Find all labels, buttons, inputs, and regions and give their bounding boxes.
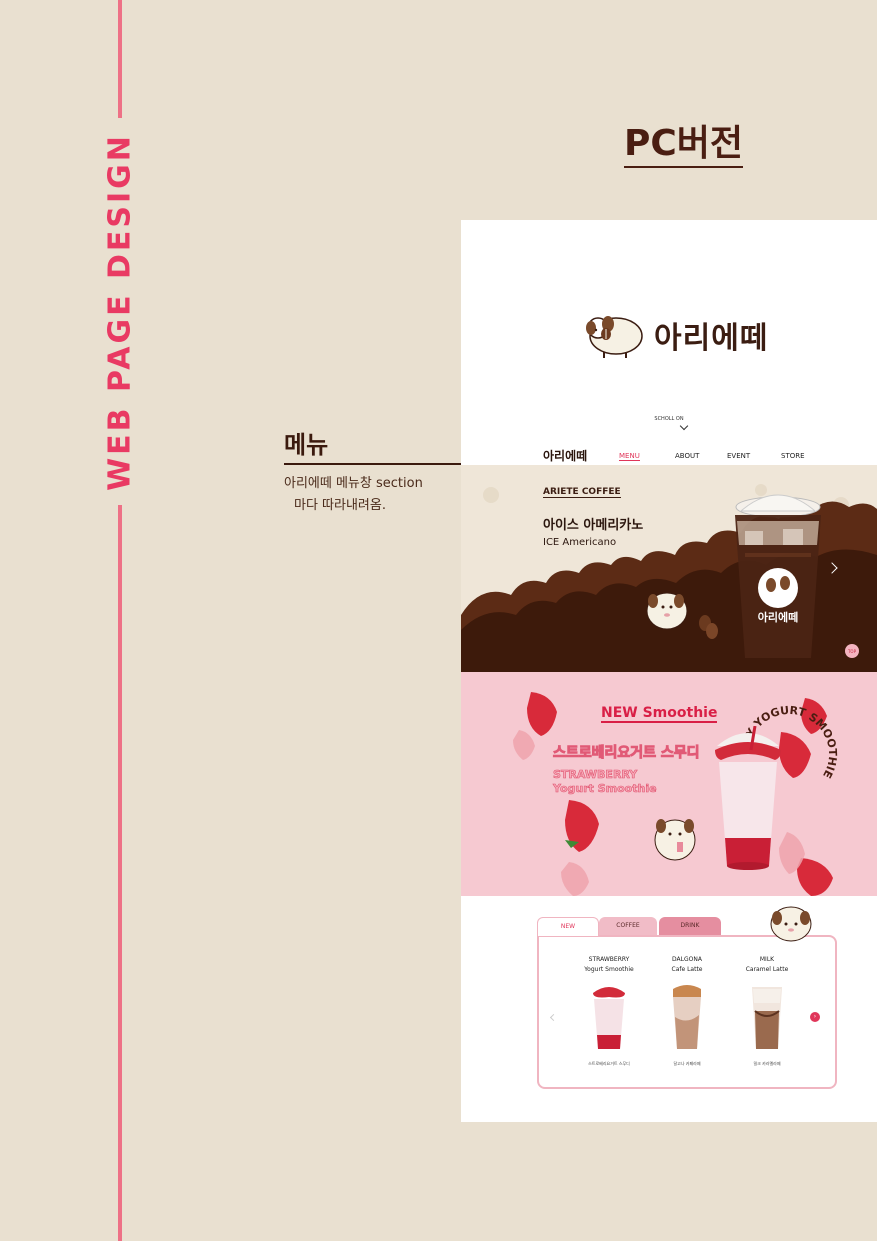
- decorative-line-bottom: [118, 505, 122, 1241]
- tab-new[interactable]: NEW: [537, 917, 599, 936]
- sheep-peek-icon: [770, 906, 812, 942]
- site-logo[interactable]: 아리에떼: [576, 310, 768, 360]
- cup-logo-text: 아리에떼: [758, 610, 798, 624]
- hero-coffee-banner: ARIETE COFFEE 아이스 아메리카노 ICE Americano 아리…: [461, 465, 877, 672]
- chevron-right-icon[interactable]: ›: [810, 1012, 820, 1022]
- smoothie-banner: NEW Smoothie 스트로베리요거트 스무디 STRAWBERRY Yog…: [461, 672, 877, 896]
- hero-title: 아이스 아메리카노: [543, 518, 644, 533]
- sheep-mascot-smoothie-image: [654, 819, 696, 861]
- caramel-latte-thumbnail: [752, 987, 782, 1049]
- nav-item-about[interactable]: ABOUT: [675, 452, 699, 460]
- product-korean: 밀크 카라멜라떼: [753, 1061, 781, 1066]
- menu-tabs-section: COFFEE DRINK STRAWBERRY Yogurt Smoothie …: [461, 896, 877, 1122]
- product-line-2: Cafe Latte: [671, 966, 703, 973]
- vertical-title: WEB PAGE DESIGN: [102, 133, 138, 491]
- product-card[interactable]: MILK Caramel Latte 밀크 카라멜라떼: [727, 955, 807, 1067]
- strawberry-smoothie-thumbnail: [593, 987, 625, 1049]
- main-nav: 아리에떼 MENU ABOUT EVENT STORE: [461, 446, 877, 466]
- coffee-bean-icon: [699, 615, 718, 639]
- section-description: 아리에떼 메뉴창 section 마다 따라내려옴.: [284, 473, 423, 517]
- nav-logo[interactable]: 아리에떼: [543, 447, 587, 464]
- product-korean: 스트로베리요거트 스무디: [588, 1061, 630, 1066]
- decorative-line-top: [118, 0, 122, 118]
- iced-americano-cup-image: 아리에떼: [735, 494, 821, 658]
- chevron-left-icon[interactable]: [549, 1013, 558, 1022]
- product-line-2: Yogurt Smoothie: [584, 966, 634, 973]
- tab-drink[interactable]: DRINK: [659, 917, 721, 935]
- description-line-2: 마다 따라내려옴.: [294, 498, 386, 513]
- scroll-hint[interactable]: SCHOLL ON: [461, 416, 877, 422]
- nav-item-store[interactable]: STORE: [781, 452, 805, 460]
- smoothie-english-line-1: STRAWBERRY: [553, 768, 638, 782]
- website-mockup: 아리에떼 SCHOLL ON 아리에떼 MENU ABOUT EVENT STO…: [461, 220, 877, 1122]
- section-rule: [284, 463, 461, 465]
- tab-coffee[interactable]: COFFEE: [599, 917, 657, 935]
- sheep-logo-icon: [586, 316, 643, 358]
- product-line-2: Caramel Latte: [745, 966, 789, 973]
- hero-english: ICE Americano: [543, 537, 617, 548]
- product-korean: 달고나 카페라떼: [673, 1061, 701, 1066]
- description-line-1: 아리에떼 메뉴창 section: [284, 476, 423, 491]
- new-smoothie-badge: NEW Smoothie: [601, 705, 718, 723]
- chevron-down-icon[interactable]: [679, 421, 689, 431]
- nav-item-event[interactable]: EVENT: [727, 452, 750, 460]
- top-button[interactable]: TOP: [845, 644, 859, 658]
- dalgona-latte-thumbnail: [673, 985, 701, 1049]
- product-card[interactable]: STRAWBERRY Yogurt Smoothie 스트로베리요거트 스무디: [569, 955, 649, 1067]
- strawberry-smoothie-cup-image: [715, 726, 781, 870]
- product-card[interactable]: DALGONA Cafe Latte 달고나 카페라떼: [647, 955, 727, 1067]
- smoothie-korean-title: 스트로베리요거트 스무디: [553, 745, 701, 762]
- menu-panel: STRAWBERRY Yogurt Smoothie 스트로베리요거트 스무디 …: [537, 935, 837, 1089]
- product-line-1: MILK: [759, 956, 775, 963]
- section-label: 메뉴: [284, 431, 329, 459]
- logo-text: 아리에떼: [654, 321, 769, 356]
- product-line-1: DALGONA: [672, 956, 702, 963]
- nav-item-menu[interactable]: MENU: [619, 452, 640, 461]
- pc-version-title: PC버전: [624, 124, 744, 168]
- hero-subtitle: ARIETE COFFEE: [543, 487, 621, 498]
- product-line-1: STRAWBERRY: [588, 956, 630, 963]
- sheep-mascot-image: [646, 592, 688, 630]
- smoothie-english-line-2: Yogurt Smoothie: [553, 782, 657, 796]
